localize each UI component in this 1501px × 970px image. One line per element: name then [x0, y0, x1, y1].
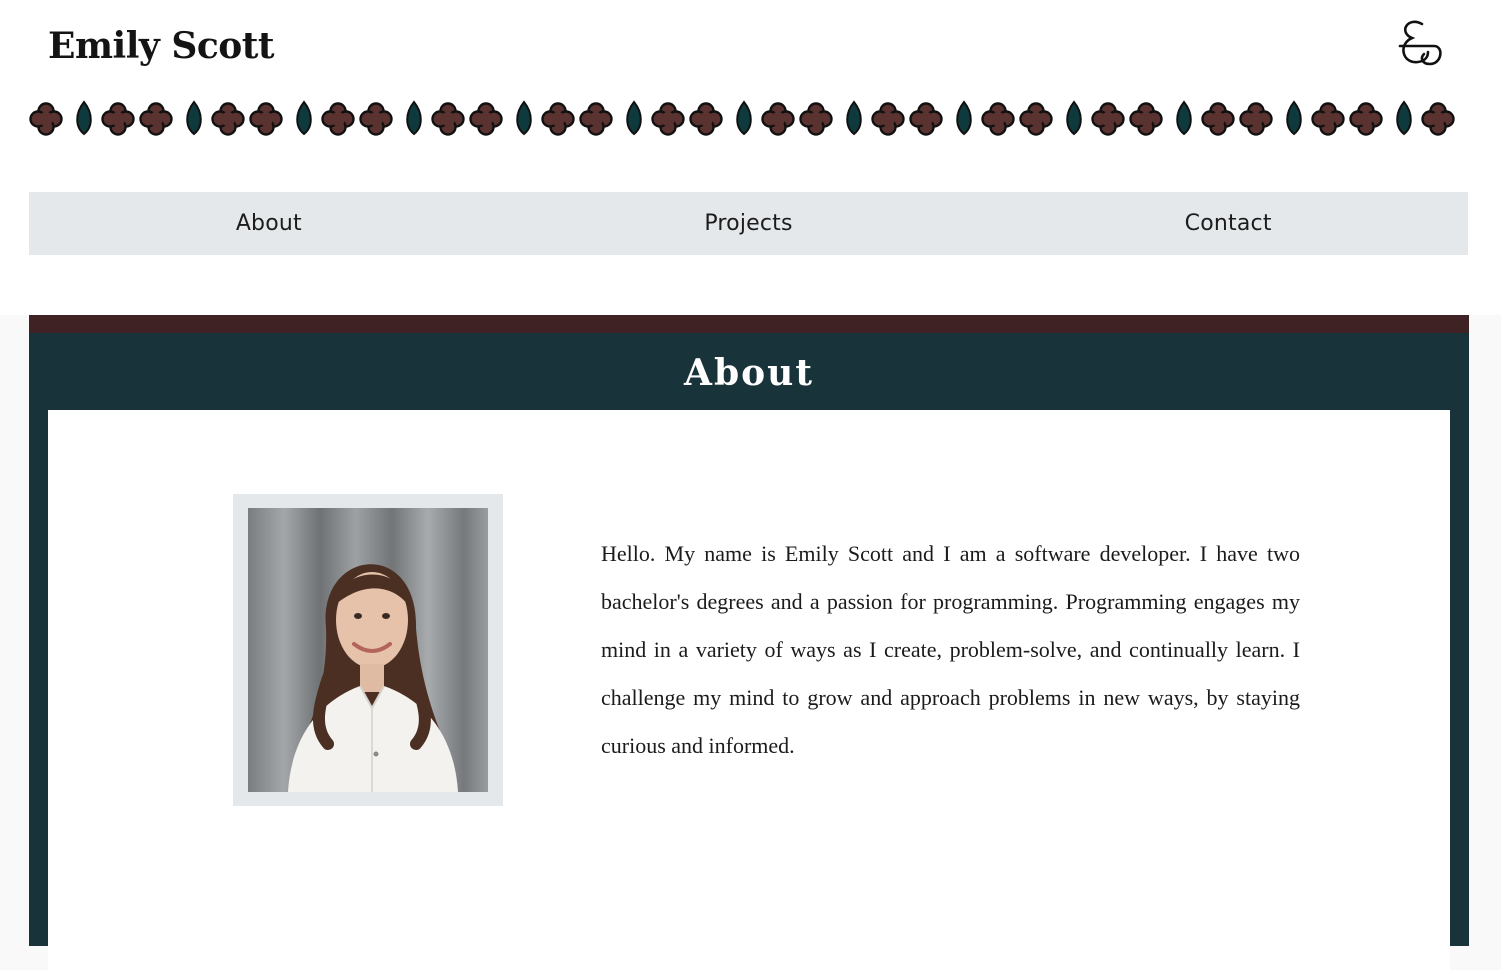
quatrefoil-icon [211, 102, 245, 136]
leaf-icon [1286, 100, 1302, 136]
quatrefoil-icon [249, 102, 283, 136]
quatrefoil-icon [29, 102, 63, 136]
quatrefoil-icon [541, 102, 575, 136]
about-heading: About [684, 352, 814, 394]
leaf-icon [736, 100, 752, 136]
quatrefoil-icon [761, 102, 795, 136]
quatrefoil-icon [1019, 102, 1053, 136]
about-section: About Hello. My name is Emily Scott and … [29, 315, 1469, 970]
leaf-icon [626, 100, 642, 136]
leaf-icon [516, 100, 532, 136]
nav-item-contact[interactable]: Contact [988, 192, 1468, 255]
site-header: Emily Scott About Projects Contact [0, 0, 1501, 315]
nav-item-about[interactable]: About [29, 192, 509, 255]
quatrefoil-icon [431, 102, 465, 136]
leaf-icon [956, 100, 972, 136]
quatrefoil-icon [1349, 102, 1383, 136]
leaf-icon [846, 100, 862, 136]
quatrefoil-icon [101, 102, 135, 136]
quatrefoil-icon [799, 102, 833, 136]
site-title[interactable]: Emily Scott [48, 22, 275, 70]
photo-frame [233, 494, 503, 806]
quatrefoil-icon [1421, 102, 1455, 136]
quatrefoil-icon [1201, 102, 1235, 136]
decorative-border [29, 100, 1455, 136]
quatrefoil-icon [469, 102, 503, 136]
quatrefoil-icon [651, 102, 685, 136]
leaf-icon [76, 100, 92, 136]
quatrefoil-icon [981, 102, 1015, 136]
leaf-icon [406, 100, 422, 136]
profile-photo [248, 508, 488, 792]
quatrefoil-icon [689, 102, 723, 136]
quatrefoil-icon [139, 102, 173, 136]
main-nav: About Projects Contact [29, 192, 1468, 255]
about-bio: Hello. My name is Emily Scott and I am a… [601, 541, 1300, 758]
quatrefoil-icon [1239, 102, 1273, 136]
leaf-icon [186, 100, 202, 136]
quatrefoil-icon [359, 102, 393, 136]
leaf-icon [1066, 100, 1082, 136]
quatrefoil-icon [871, 102, 905, 136]
nav-item-projects[interactable]: Projects [509, 192, 989, 255]
quatrefoil-icon [909, 102, 943, 136]
quatrefoil-icon [1091, 102, 1125, 136]
leaf-icon [296, 100, 312, 136]
quatrefoil-icon [1129, 102, 1163, 136]
leaf-icon [1396, 100, 1412, 136]
leaf-icon [1176, 100, 1192, 136]
quatrefoil-icon [1311, 102, 1345, 136]
quatrefoil-icon [321, 102, 355, 136]
es-monogram-icon[interactable] [1394, 18, 1444, 68]
quatrefoil-icon [579, 102, 613, 136]
about-card: Hello. My name is Emily Scott and I am a… [48, 410, 1450, 970]
